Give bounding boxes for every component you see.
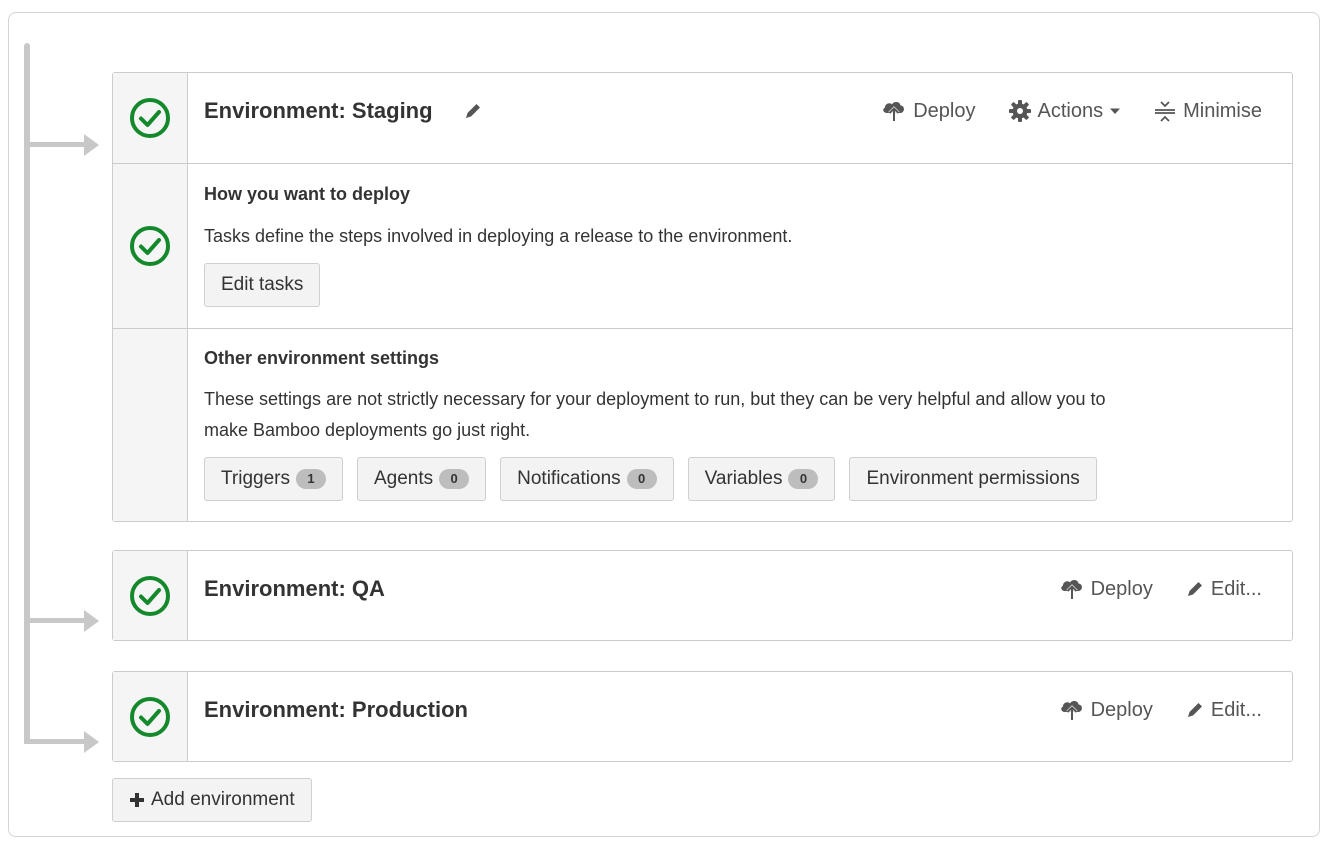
other-settings-section: Other environment settings These setting… [113, 328, 1292, 521]
count-badge: 0 [788, 469, 819, 489]
environment-title-staging: Environment: Staging [204, 98, 433, 123]
actions-label: Actions [1037, 99, 1104, 122]
deploy-label: Deploy [913, 99, 976, 122]
check-circle-icon [130, 226, 170, 266]
edit-tasks-button[interactable]: Edit tasks [204, 263, 321, 307]
connector-branch-staging [24, 142, 86, 147]
environment-header-qa: Environment: QA Deploy Edit... [113, 551, 1292, 640]
edit-label: Edit... [1210, 577, 1262, 600]
section-description-deploy: Tasks define the steps involved in deplo… [204, 226, 793, 246]
notifications-button[interactable]: Notifications 0 [500, 457, 674, 501]
button-label: Triggers [221, 468, 290, 489]
status-gutter [113, 551, 188, 640]
count-badge: 1 [295, 469, 326, 489]
plus-icon [130, 793, 144, 807]
deploy-label: Deploy [1090, 577, 1153, 600]
pencil-icon [1187, 703, 1202, 717]
check-circle-icon [130, 575, 170, 616]
agents-button[interactable]: Agents 0 [356, 457, 487, 501]
deploy-cloud-icon [1060, 700, 1082, 720]
check-circle-icon [130, 696, 170, 737]
connector-arrow-production [84, 731, 99, 753]
count-badge: 0 [626, 469, 657, 489]
button-label: Notifications [517, 468, 621, 489]
minimise-label: Minimise [1183, 99, 1262, 122]
connector-arrow-staging [84, 134, 99, 156]
gear-icon [1008, 100, 1031, 122]
section-description-line: These settings are not strictly necessar… [204, 389, 1106, 409]
connector-branch-production [24, 739, 86, 744]
pencil-icon [1187, 582, 1202, 596]
section-description-settings: These settings are not strictly necessar… [204, 384, 1276, 446]
environment-title-production: Environment: Production [204, 696, 468, 722]
section-heading-settings: Other environment settings [204, 348, 440, 368]
minimise-button[interactable]: Minimise [1153, 99, 1262, 123]
triggers-button[interactable]: Triggers 1 [204, 457, 343, 501]
actions-dropdown[interactable]: Actions [1008, 99, 1122, 123]
status-gutter [113, 73, 188, 163]
status-gutter [113, 329, 188, 521]
edit-label: Edit... [1210, 698, 1262, 721]
environment-header-staging: Environment: Staging Deploy Actions Mini… [113, 73, 1292, 163]
pencil-icon[interactable] [463, 101, 483, 121]
environment-panel-qa: Environment: QA Deploy Edit... [112, 550, 1293, 641]
caret-down-icon [1110, 108, 1121, 114]
status-gutter [113, 672, 188, 761]
environment-permissions-button[interactable]: Environment permissions [849, 457, 1097, 501]
minimise-icon [1155, 101, 1176, 122]
section-description-line: make Bamboo deployments go just right. [204, 420, 531, 440]
connector-vertical-line [24, 43, 30, 743]
status-gutter [113, 164, 188, 328]
connector-branch-qa [24, 618, 86, 623]
button-label: Variables [704, 468, 783, 489]
add-environment-button[interactable]: Add environment [112, 778, 312, 822]
connector-arrow-qa [84, 610, 99, 632]
environment-header-production: Environment: Production Deploy Edit... [113, 672, 1292, 761]
edit-button[interactable]: Edit... [1185, 699, 1262, 722]
count-badge: 0 [439, 469, 470, 489]
environment-panel-staging: Environment: Staging Deploy Actions Mini… [112, 72, 1293, 522]
environment-panel-production: Environment: Production Deploy Edit... [112, 671, 1293, 762]
deploy-cloud-icon [883, 101, 905, 121]
deploy-button[interactable]: Deploy [1059, 577, 1153, 601]
deploy-button[interactable]: Deploy [1059, 698, 1153, 722]
check-circle-icon [130, 98, 170, 138]
deploy-button[interactable]: Deploy [881, 99, 976, 123]
deploy-cloud-icon [1060, 579, 1082, 599]
variables-button[interactable]: Variables 0 [687, 457, 836, 501]
section-heading-deploy: How you want to deploy [204, 184, 410, 204]
deploy-tasks-section: How you want to deploy Tasks define the … [113, 163, 1292, 328]
deploy-label: Deploy [1090, 698, 1153, 721]
add-environment-label: Add environment [151, 789, 295, 810]
button-label: Agents [373, 468, 434, 489]
edit-button[interactable]: Edit... [1185, 578, 1262, 601]
environment-title-qa: Environment: QA [204, 575, 385, 601]
